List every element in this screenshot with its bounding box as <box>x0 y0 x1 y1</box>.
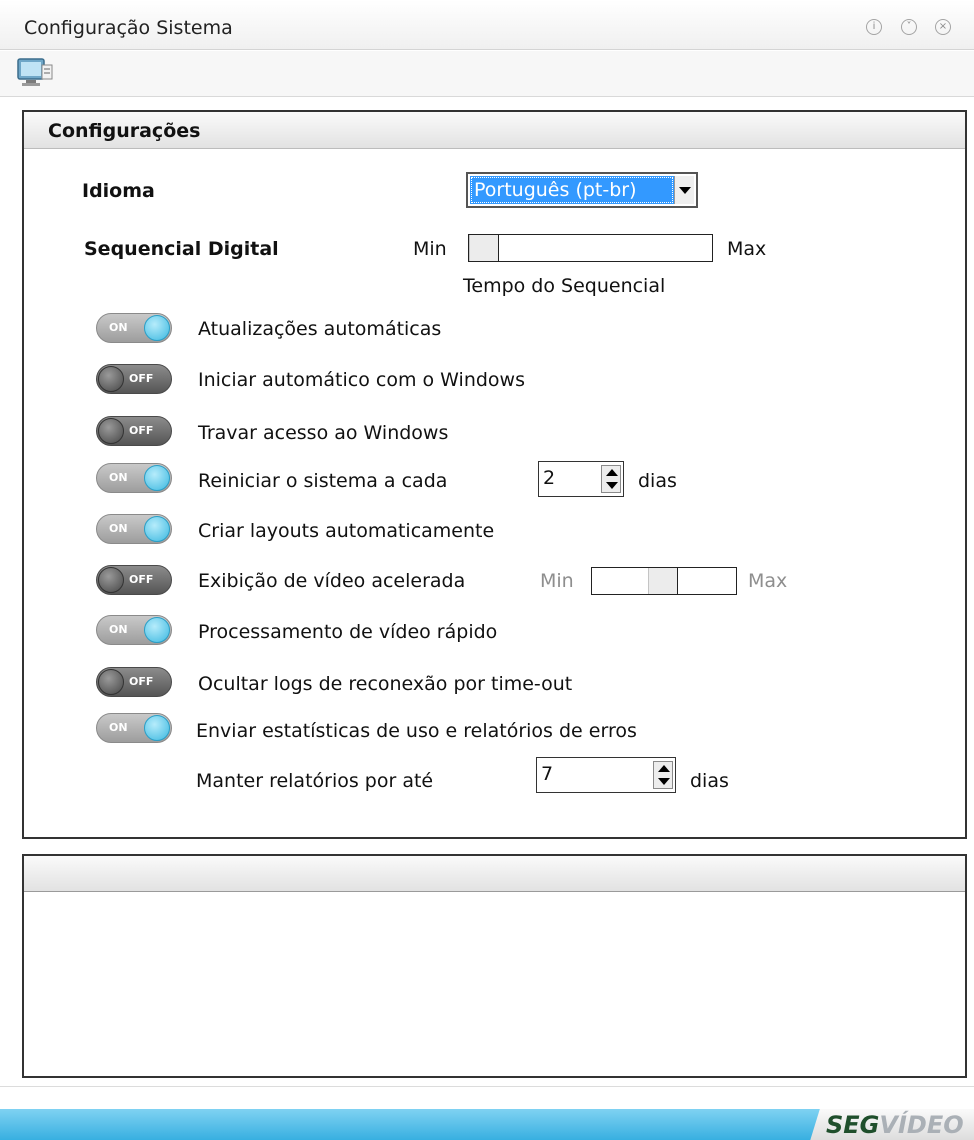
close-icon[interactable]: × <box>935 19 951 35</box>
option-label: Criar layouts automaticamente <box>198 520 495 542</box>
video-min-label: Min <box>540 570 574 592</box>
sequencial-label: Sequencial Digital <box>84 238 279 260</box>
sequencial-min-label: Min <box>413 238 447 260</box>
sequencial-slider-thumb[interactable] <box>469 235 499 261</box>
logo-part-video: VÍDEO <box>879 1111 964 1139</box>
log-panel-header <box>24 856 965 892</box>
option-label: Enviar estatísticas de uso e relatórios … <box>196 720 637 742</box>
toggle-text: ON <box>109 721 128 734</box>
info-icon[interactable]: i <box>866 19 882 35</box>
title-bar: Configuração Sistema i ˅ × <box>0 0 974 50</box>
video-slider-thumb[interactable] <box>648 568 678 594</box>
panel-title: Configurações <box>48 120 201 142</box>
computer-settings-icon[interactable] <box>12 55 58 89</box>
toggle-text: ON <box>109 471 128 484</box>
toggle-video-acelerada[interactable]: OFF <box>96 565 172 595</box>
reiniciar-unit: dias <box>638 470 677 492</box>
segvideo-logo: SEGVÍDEO <box>826 1111 964 1139</box>
toggle-processamento[interactable]: ON <box>96 615 172 645</box>
footer: SEGVÍDEO <box>0 1086 974 1140</box>
option-label: Processamento de vídeo rápido <box>198 621 498 643</box>
stepper-arrows-icon[interactable] <box>653 761 673 789</box>
toggle-text: OFF <box>129 372 154 385</box>
toggle-knob <box>144 715 170 741</box>
stepper-value: 7 <box>541 763 554 785</box>
toggle-text: ON <box>109 522 128 535</box>
video-max-label: Max <box>748 570 788 592</box>
reiniciar-days-stepper[interactable]: 2 <box>538 461 624 497</box>
toggle-knob <box>98 669 124 695</box>
manter-days-stepper[interactable]: 7 <box>536 757 676 793</box>
configuracoes-panel: Configurações Idioma Português (pt-br) S… <box>22 110 967 839</box>
window-title: Configuração Sistema <box>24 17 233 39</box>
sequencial-max-label: Max <box>727 238 767 260</box>
toggle-text: OFF <box>129 675 154 688</box>
idioma-select[interactable]: Português (pt-br) <box>466 172 698 208</box>
toggle-knob <box>98 418 124 444</box>
toolbar <box>0 51 974 97</box>
sequencial-slider[interactable] <box>468 234 713 262</box>
toggle-knob <box>144 617 170 643</box>
toggle-knob <box>144 465 170 491</box>
stepper-value: 2 <box>543 467 556 489</box>
toggle-travar-windows[interactable]: OFF <box>96 416 172 446</box>
toggle-knob <box>144 516 170 542</box>
chevron-down-icon[interactable] <box>674 176 694 204</box>
toggle-reiniciar[interactable]: ON <box>96 463 172 493</box>
log-panel <box>22 854 967 1078</box>
option-label: Ocultar logs de reconexão por time-out <box>198 673 573 695</box>
option-label: Atualizações automáticas <box>198 318 442 340</box>
toggle-ocultar-logs[interactable]: OFF <box>96 667 172 697</box>
stepper-arrows-icon[interactable] <box>601 465 621 493</box>
toggle-atualizacoes[interactable]: ON <box>96 313 172 343</box>
idioma-selected-value: Português (pt-br) <box>470 176 674 204</box>
option-label: Travar acesso ao Windows <box>198 422 449 444</box>
option-label: Iniciar automático com o Windows <box>198 369 525 391</box>
toggle-knob <box>98 366 124 392</box>
video-acelerada-slider[interactable] <box>591 567 737 595</box>
toggle-text: OFF <box>129 424 154 437</box>
option-label: Reiniciar o sistema a cada <box>198 470 448 492</box>
logo-part-seg: SEG <box>826 1111 880 1139</box>
toggle-knob <box>98 567 124 593</box>
toggle-criar-layouts[interactable]: ON <box>96 514 172 544</box>
toggle-text: ON <box>109 623 128 636</box>
minimize-icon[interactable]: ˅ <box>901 19 917 35</box>
toggle-text: OFF <box>129 573 154 586</box>
manter-unit: dias <box>690 770 729 792</box>
toggle-knob <box>144 315 170 341</box>
sequencial-caption: Tempo do Sequencial <box>463 275 666 297</box>
option-label: Exibição de vídeo acelerada <box>198 570 466 592</box>
toggle-iniciar-windows[interactable]: OFF <box>96 364 172 394</box>
toggle-text: ON <box>109 321 128 334</box>
panel-header: Configurações <box>24 112 965 149</box>
toggle-enviar-estatisticas[interactable]: ON <box>96 713 172 743</box>
manter-label: Manter relatórios por até <box>196 770 434 792</box>
idioma-label: Idioma <box>82 180 155 202</box>
